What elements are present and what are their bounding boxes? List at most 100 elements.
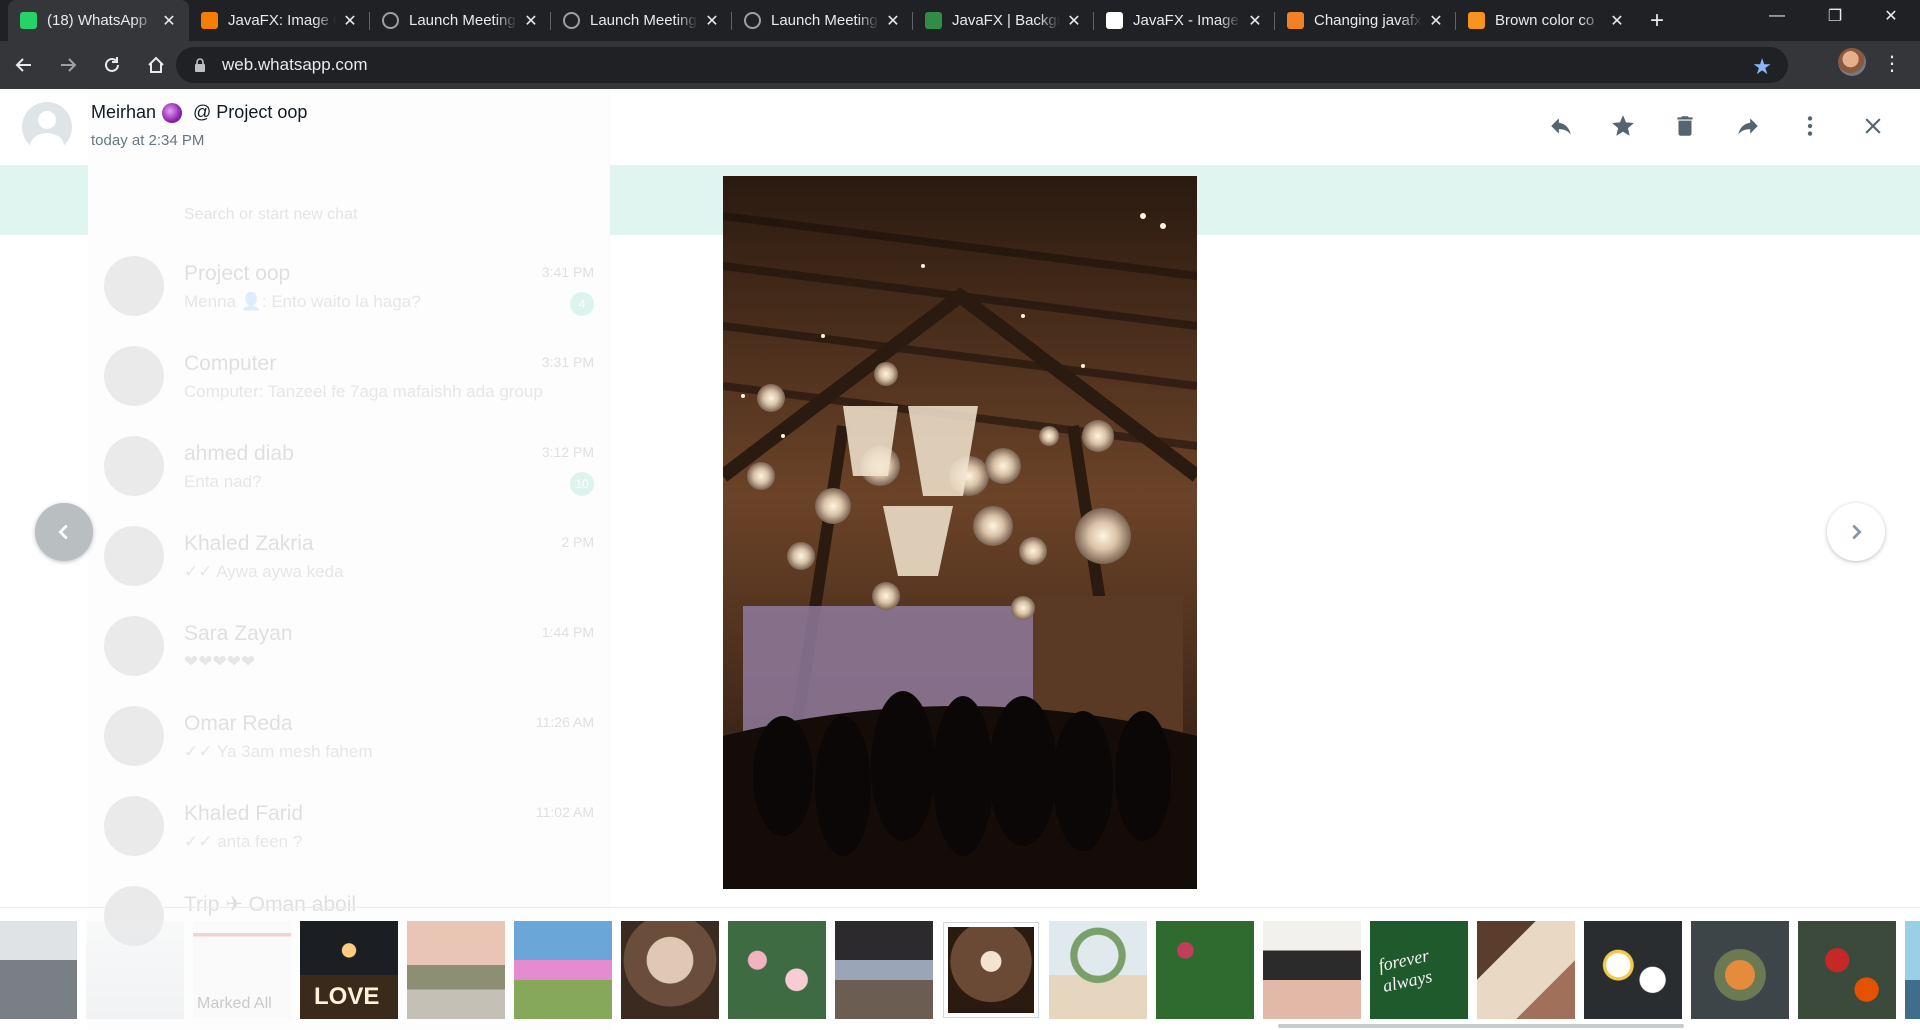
background-chat-row: Computer Computer: Tanzeel fe 7aga mafais… <box>88 332 610 422</box>
next-media-button[interactable] <box>1827 503 1885 561</box>
background-chat-row: ahmed diab Enta nad? 3:12 PM 10 <box>88 422 610 512</box>
thumb-bouquet[interactable] <box>1691 921 1789 1019</box>
thumb-document-1[interactable] <box>86 921 184 1019</box>
tab-title: Launch Meeting <box>409 12 516 29</box>
thumb-rose-wall[interactable] <box>728 921 826 1019</box>
browser-tab[interactable]: Changing javafx ✕ <box>1275 0 1456 41</box>
thumb-forever-always[interactable]: forever always <box>1370 921 1468 1019</box>
browser-menu-icon[interactable]: ⋮ <box>1882 50 1902 78</box>
reply-icon[interactable] <box>1546 111 1576 141</box>
thumb-floral-arch[interactable] <box>514 921 612 1019</box>
globe-icon <box>744 12 761 29</box>
lock-icon[interactable] <box>194 58 208 72</box>
tab-close-icon[interactable]: ✕ <box>161 13 177 30</box>
star-icon[interactable] <box>1608 111 1638 141</box>
window-close-icon[interactable]: ✕ <box>1862 0 1920 32</box>
tab-close-icon[interactable]: ✕ <box>523 13 539 30</box>
tab-close-icon[interactable]: ✕ <box>1066 13 1082 30</box>
thumb-red-flowers[interactable] <box>1798 921 1896 1019</box>
chat-name: Omar Reda <box>184 712 293 735</box>
thumb-long-table[interactable] <box>407 921 505 1019</box>
thumb-people[interactable] <box>0 921 77 1019</box>
profile-avatar[interactable] <box>1838 48 1866 76</box>
background-chat-row: Sara Zayan ❤❤❤❤❤ 1:44 PM <box>88 602 610 692</box>
thumb-invitation[interactable] <box>1477 921 1575 1019</box>
chat-avatar <box>104 616 164 676</box>
unread-badge: 10 <box>570 472 594 496</box>
chat-avatar <box>104 526 164 586</box>
chat-last-message: ❤❤❤❤❤ <box>184 652 256 671</box>
chat-last-message: ✓✓ Ya 3am mesh fahem <box>184 742 373 761</box>
minimize-icon[interactable]: — <box>1748 0 1806 32</box>
thumb-reception-hall[interactable] <box>835 921 933 1019</box>
thumb-chandelier-barn[interactable] <box>944 923 1038 1017</box>
tab-close-icon[interactable]: ✕ <box>1247 13 1263 30</box>
thumb-hedge-sign[interactable] <box>1156 921 1254 1019</box>
thumb-document-2[interactable]: Marked All <box>193 921 291 1019</box>
more-options-icon[interactable] <box>1795 111 1825 141</box>
tab-title: JavaFX: Image C <box>228 12 336 29</box>
background-chat-row: Omar Reda ✓✓ Ya 3am mesh fahem 11:26 AM <box>88 692 610 782</box>
back-icon[interactable] <box>4 47 44 83</box>
address-bar[interactable]: web.whatsapp.com ★ <box>176 47 1788 83</box>
chat-name: Sara Zayan <box>184 622 293 645</box>
thumb-pampas-decor[interactable] <box>621 921 719 1019</box>
reload-icon[interactable] <box>92 47 132 83</box>
sender-name: Meirhan <box>91 102 157 122</box>
bookmark-star-icon[interactable]: ★ <box>1752 54 1772 80</box>
browser-tab[interactable]: JavaFX | Backgr ✕ <box>913 0 1094 41</box>
home-icon[interactable] <box>136 47 176 83</box>
chat-avatar <box>104 706 164 766</box>
chat-name: Computer <box>184 352 277 375</box>
thumbnail-scrollbar[interactable] <box>1278 1024 1684 1028</box>
tab-close-icon[interactable]: ✕ <box>704 13 720 30</box>
chat-name: ahmed diab <box>184 442 294 465</box>
thumb-beach-arch[interactable] <box>1049 921 1147 1019</box>
media-viewer: Search or start new chat Project oop Menn… <box>0 89 1920 1030</box>
forward-icon[interactable] <box>1733 111 1763 141</box>
forward-nav-icon[interactable] <box>48 47 88 83</box>
group-name: @ Project oop <box>188 102 308 122</box>
globe-icon <box>563 12 580 29</box>
blogger-icon <box>201 12 218 29</box>
tab-title: (18) WhatsApp <box>47 12 148 29</box>
viewer-title: Meirhan @ Project oop <box>91 102 307 123</box>
tab-title: JavaFX | Backgr <box>952 12 1060 29</box>
tab-close-icon[interactable]: ✕ <box>1428 13 1444 30</box>
browser-tab[interactable]: JavaFX - Image ✕ <box>1094 0 1275 41</box>
chat-last-message: Enta nad? <box>184 472 262 491</box>
restore-icon[interactable]: ❐ <box>1806 0 1864 32</box>
background-chat-row: Khaled Zakria ✓✓ Aywa aywa keda 2 PM <box>88 512 610 602</box>
viewer-header: Meirhan @ Project oop today at 2:34 PM <box>0 89 1920 161</box>
main-photo[interactable] <box>723 176 1197 889</box>
thumb-love-sign[interactable]: LOVE <box>300 921 398 1019</box>
chat-avatar <box>104 796 164 856</box>
chat-avatar <box>104 346 164 406</box>
new-tab-button[interactable]: + <box>1637 0 1677 41</box>
close-icon[interactable] <box>1858 111 1888 141</box>
chat-time: 1:44 PM <box>541 624 594 640</box>
thumb-daisies[interactable] <box>1584 921 1682 1019</box>
thumb-lantern[interactable] <box>1263 921 1361 1019</box>
browser-tab[interactable]: Launch Meeting ✕ <box>551 0 732 41</box>
browser-tab[interactable]: (18) WhatsApp ✕ <box>8 0 189 41</box>
browser-tab[interactable]: Launch Meeting ✕ <box>732 0 913 41</box>
globe-icon <box>382 12 399 29</box>
tab-strip: (18) WhatsApp ✕ JavaFX: Image C ✕ Launch Mee… <box>8 0 1637 41</box>
browser-tab[interactable]: Launch Meeting ✕ <box>370 0 551 41</box>
browser-tab[interactable]: Brown color co ✕ <box>1456 0 1637 41</box>
delete-icon[interactable] <box>1670 111 1700 141</box>
tab-title: Launch Meeting <box>771 12 878 29</box>
chat-time: 3:12 PM <box>541 444 594 460</box>
chat-time: 3:31 PM <box>541 354 594 370</box>
chat-last-message: ✓✓ anta feen ? <box>184 832 303 851</box>
tab-close-icon[interactable]: ✕ <box>1609 13 1625 30</box>
tab-close-icon[interactable]: ✕ <box>885 13 901 30</box>
forever-always-text: forever always <box>1376 945 1434 996</box>
tab-close-icon[interactable]: ✕ <box>342 13 358 30</box>
love-sign-text: LOVE <box>314 983 380 1010</box>
browser-tab[interactable]: JavaFX: Image C ✕ <box>189 0 370 41</box>
thumb-palm-sky[interactable] <box>1905 921 1920 1019</box>
sender-avatar[interactable] <box>22 102 72 152</box>
previous-media-button[interactable] <box>35 503 93 561</box>
